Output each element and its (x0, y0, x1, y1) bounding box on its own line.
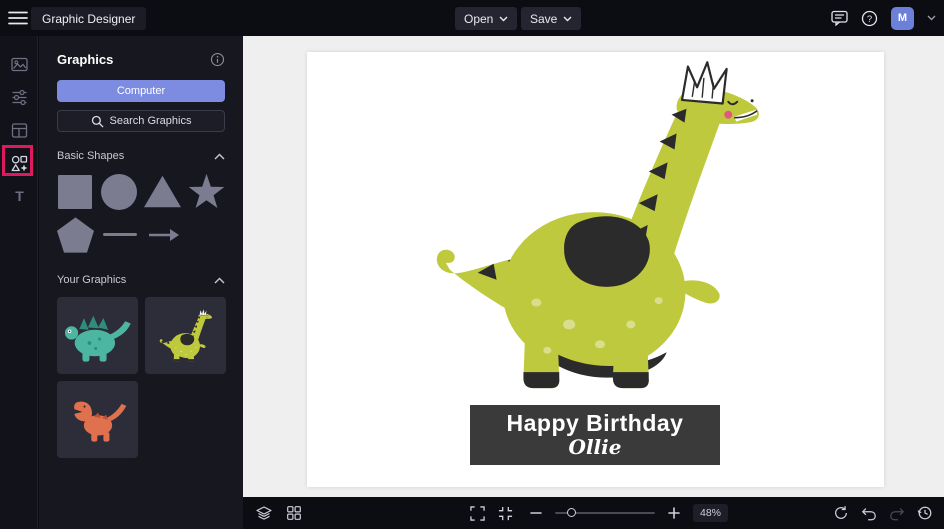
save-button[interactable]: Save (521, 7, 582, 30)
text-icon: T (15, 188, 24, 204)
pages-grid-icon[interactable] (287, 506, 301, 520)
topbar-right-group: ? M (831, 0, 936, 36)
shape-arrow[interactable] (145, 216, 182, 253)
graphic-thumbnail-orange-dinosaur[interactable] (57, 381, 138, 458)
reset-view-icon[interactable] (833, 505, 849, 521)
save-button-label: Save (530, 11, 558, 26)
basic-shapes-title: Basic Shapes (57, 150, 125, 162)
zoom-percentage[interactable]: 48% (693, 504, 729, 522)
photo-icon (10, 57, 28, 72)
search-graphics-label: Search Graphics (109, 115, 192, 127)
open-button[interactable]: Open (455, 7, 518, 30)
shape-circle[interactable] (100, 173, 138, 210)
chevron-down-icon (563, 16, 572, 21)
chevron-down-icon (499, 16, 508, 21)
svg-text:?: ? (867, 14, 872, 25)
graphics-panel: Graphics Computer Search Graphics Basic … (39, 36, 243, 529)
shape-star[interactable] (188, 173, 225, 210)
graphic-designer-app: Graphic Designer Open Save ? M T Graphic… (0, 0, 944, 529)
search-icon (91, 115, 104, 128)
undo-icon[interactable] (861, 506, 877, 521)
computer-button[interactable]: Computer (57, 80, 225, 102)
graphic-thumbnail-yellow-dinosaur[interactable] (145, 297, 226, 374)
fullscreen-icon[interactable] (470, 505, 485, 521)
rail-item-templates[interactable] (0, 114, 38, 147)
search-graphics-button[interactable]: Search Graphics (57, 110, 225, 132)
shape-square[interactable] (57, 173, 94, 210)
graphic-thumbnail-teal-dinosaur[interactable] (57, 297, 138, 374)
yellow-dinosaur-graphic[interactable] (415, 58, 783, 401)
sliders-icon (12, 89, 26, 106)
app-title-label: Graphic Designer (42, 11, 136, 26)
rail-item-graphics[interactable] (0, 145, 38, 180)
rail-item-adjust[interactable] (0, 81, 38, 114)
app-title: Graphic Designer (31, 7, 147, 30)
top-bar: Graphic Designer Open Save ? M (0, 0, 944, 36)
user-avatar[interactable]: M (891, 6, 914, 30)
avatar-initial: M (897, 12, 908, 24)
zoom-out-icon[interactable] (530, 507, 542, 519)
rail-item-text[interactable]: T (0, 180, 38, 213)
panel-title: Graphics (57, 52, 114, 67)
chevron-up-icon (214, 153, 225, 159)
canvas-workspace[interactable]: Happy Birthday Ollie (243, 36, 944, 497)
computer-button-label: Computer (116, 85, 166, 97)
fit-screen-icon[interactable] (498, 506, 513, 521)
svg-text:T: T (15, 188, 24, 204)
banner-text-line1: Happy Birthday (506, 409, 684, 436)
basic-shapes-section-header[interactable]: Basic Shapes (57, 150, 225, 162)
open-button-label: Open (464, 11, 494, 26)
birthday-banner[interactable]: Happy Birthday Ollie (470, 405, 720, 465)
shape-triangle[interactable] (144, 173, 181, 210)
help-icon[interactable]: ? (861, 10, 878, 27)
shape-pentagon[interactable] (57, 216, 94, 253)
layout-icon (11, 123, 27, 138)
zoom-slider-knob[interactable] (567, 508, 576, 517)
hamburger-menu-icon[interactable] (8, 11, 28, 25)
history-icon[interactable] (917, 505, 933, 521)
design-canvas[interactable]: Happy Birthday Ollie (307, 52, 884, 487)
chevron-up-icon (214, 277, 225, 283)
rail-item-photos[interactable] (0, 48, 38, 81)
your-graphics-section-header[interactable]: Your Graphics (57, 274, 225, 286)
info-icon[interactable] (210, 52, 225, 67)
shapes-icon (11, 155, 27, 172)
shape-line[interactable] (101, 216, 138, 253)
bottom-toolbar: 48% (243, 497, 944, 529)
banner-text-line2: Ollie (568, 435, 622, 460)
zoom-slider[interactable] (555, 506, 655, 520)
basic-shapes-row-2 (57, 216, 225, 253)
account-chevron-down-icon[interactable] (927, 15, 936, 21)
tool-rail: T (0, 36, 38, 529)
basic-shapes-row-1 (57, 173, 225, 210)
your-graphics-grid (57, 297, 226, 458)
your-graphics-title: Your Graphics (57, 274, 127, 286)
zoom-in-icon[interactable] (668, 507, 680, 519)
redo-icon[interactable] (889, 506, 905, 521)
feedback-icon[interactable] (831, 10, 848, 26)
layers-icon[interactable] (256, 505, 272, 521)
